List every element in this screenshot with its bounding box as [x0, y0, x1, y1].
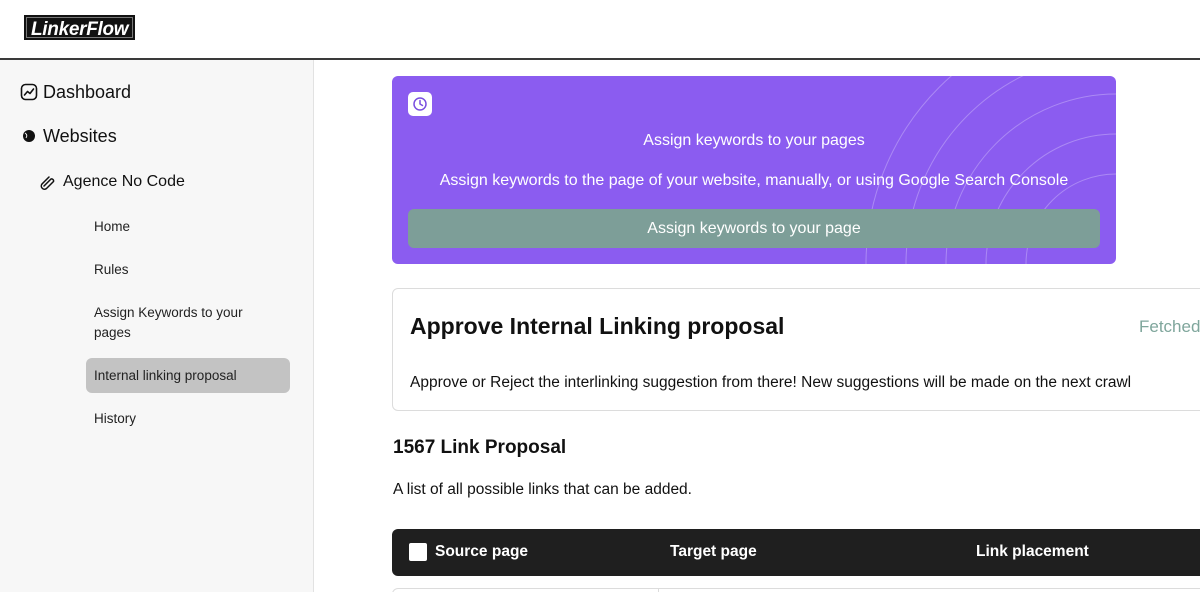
- sidebar-item-home[interactable]: Home: [86, 217, 290, 237]
- table-header: Source page Target page Link placement: [392, 529, 1200, 576]
- sidebar-item-rules[interactable]: Rules: [86, 260, 290, 280]
- proposal-description: A list of all possible links that can be…: [393, 481, 692, 498]
- banner-subtitle: Assign keywords to the page of your webs…: [439, 172, 1069, 189]
- assign-keywords-button[interactable]: Assign keywords to your page: [408, 209, 1100, 248]
- card-title: Approve Internal Linking proposal: [410, 313, 785, 339]
- approve-proposal-card: Approve Internal Linking proposal Fetche…: [392, 288, 1200, 411]
- sidebar-item-label: Agence No Code: [63, 173, 185, 190]
- paperclip-icon: [40, 174, 56, 190]
- sidebar: Dashboard Websites Agence No Code Home R…: [0, 60, 314, 592]
- proposal-count-title: 1567 Link Proposal: [393, 437, 567, 458]
- sidebar-item-label: Dashboard: [43, 81, 132, 102]
- column-header-placement[interactable]: Link placement: [976, 543, 1089, 561]
- card-description: Approve or Reject the interlinking sugge…: [410, 374, 1132, 391]
- globe-icon: [20, 127, 38, 145]
- chart-icon: [20, 83, 38, 101]
- sidebar-item-dashboard[interactable]: Dashboard: [20, 80, 131, 104]
- table-row[interactable]: [392, 588, 1200, 592]
- sidebar-item-websites[interactable]: Websites: [20, 124, 117, 148]
- top-bar: LinkerFlow: [0, 0, 1200, 60]
- sidebar-item-site[interactable]: Agence No Code: [40, 170, 185, 194]
- column-header-source[interactable]: Source page: [435, 543, 528, 561]
- assign-keywords-banner: Assign keywords to your pages Assign key…: [392, 76, 1116, 264]
- sidebar-item-internal-linking[interactable]: Internal linking proposal: [86, 358, 290, 393]
- app-logo[interactable]: LinkerFlow: [24, 15, 136, 40]
- sidebar-item-assign-keywords[interactable]: Assign Keywords to your pages: [86, 303, 276, 343]
- status-badge: Fetched: [1139, 317, 1200, 336]
- sidebar-item-history[interactable]: History: [86, 409, 290, 429]
- main-content: Assign keywords to your pages Assign key…: [315, 60, 1200, 592]
- column-header-target[interactable]: Target page: [670, 543, 757, 561]
- banner-title: Assign keywords to your pages: [643, 132, 865, 149]
- sidebar-item-label: Websites: [43, 125, 117, 146]
- clock-icon: [408, 92, 432, 116]
- select-all-checkbox[interactable]: [409, 543, 427, 561]
